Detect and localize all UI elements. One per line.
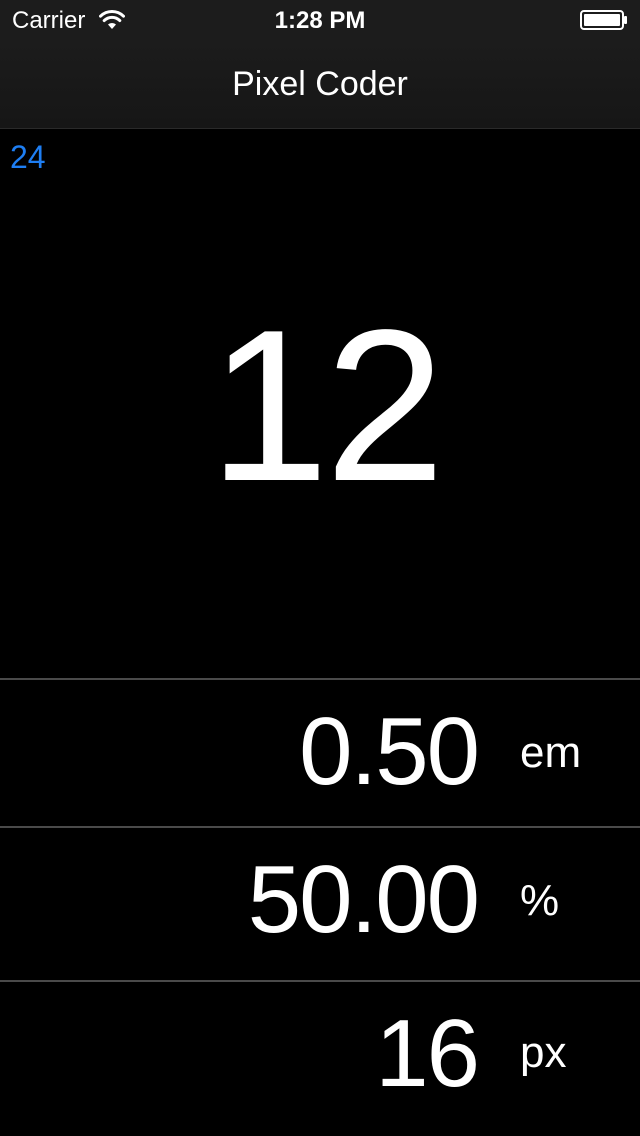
conversion-row-percent[interactable]: 50.00 %	[0, 828, 640, 980]
em-value: 0.50	[299, 698, 480, 805]
conversion-row-em[interactable]: 0.50 em	[0, 680, 640, 826]
pixel-value-display[interactable]: 12	[0, 290, 640, 520]
em-unit-label: em	[520, 728, 582, 777]
status-bar: Carrier 1:28 PM	[0, 0, 640, 40]
conversion-row-px[interactable]: 16 px	[0, 982, 640, 1136]
percent-unit-label: %	[520, 876, 560, 925]
px-unit-label: px	[520, 1028, 567, 1077]
px-value: 16	[375, 1000, 480, 1107]
percent-value: 50.00	[247, 846, 480, 953]
base-font-size-value[interactable]: 24	[10, 138, 46, 176]
status-time: 1:28 PM	[274, 7, 366, 34]
page-title: Pixel Coder	[232, 65, 408, 103]
battery-full-icon	[580, 10, 627, 30]
navigation-bar: Pixel Coder	[0, 40, 640, 129]
